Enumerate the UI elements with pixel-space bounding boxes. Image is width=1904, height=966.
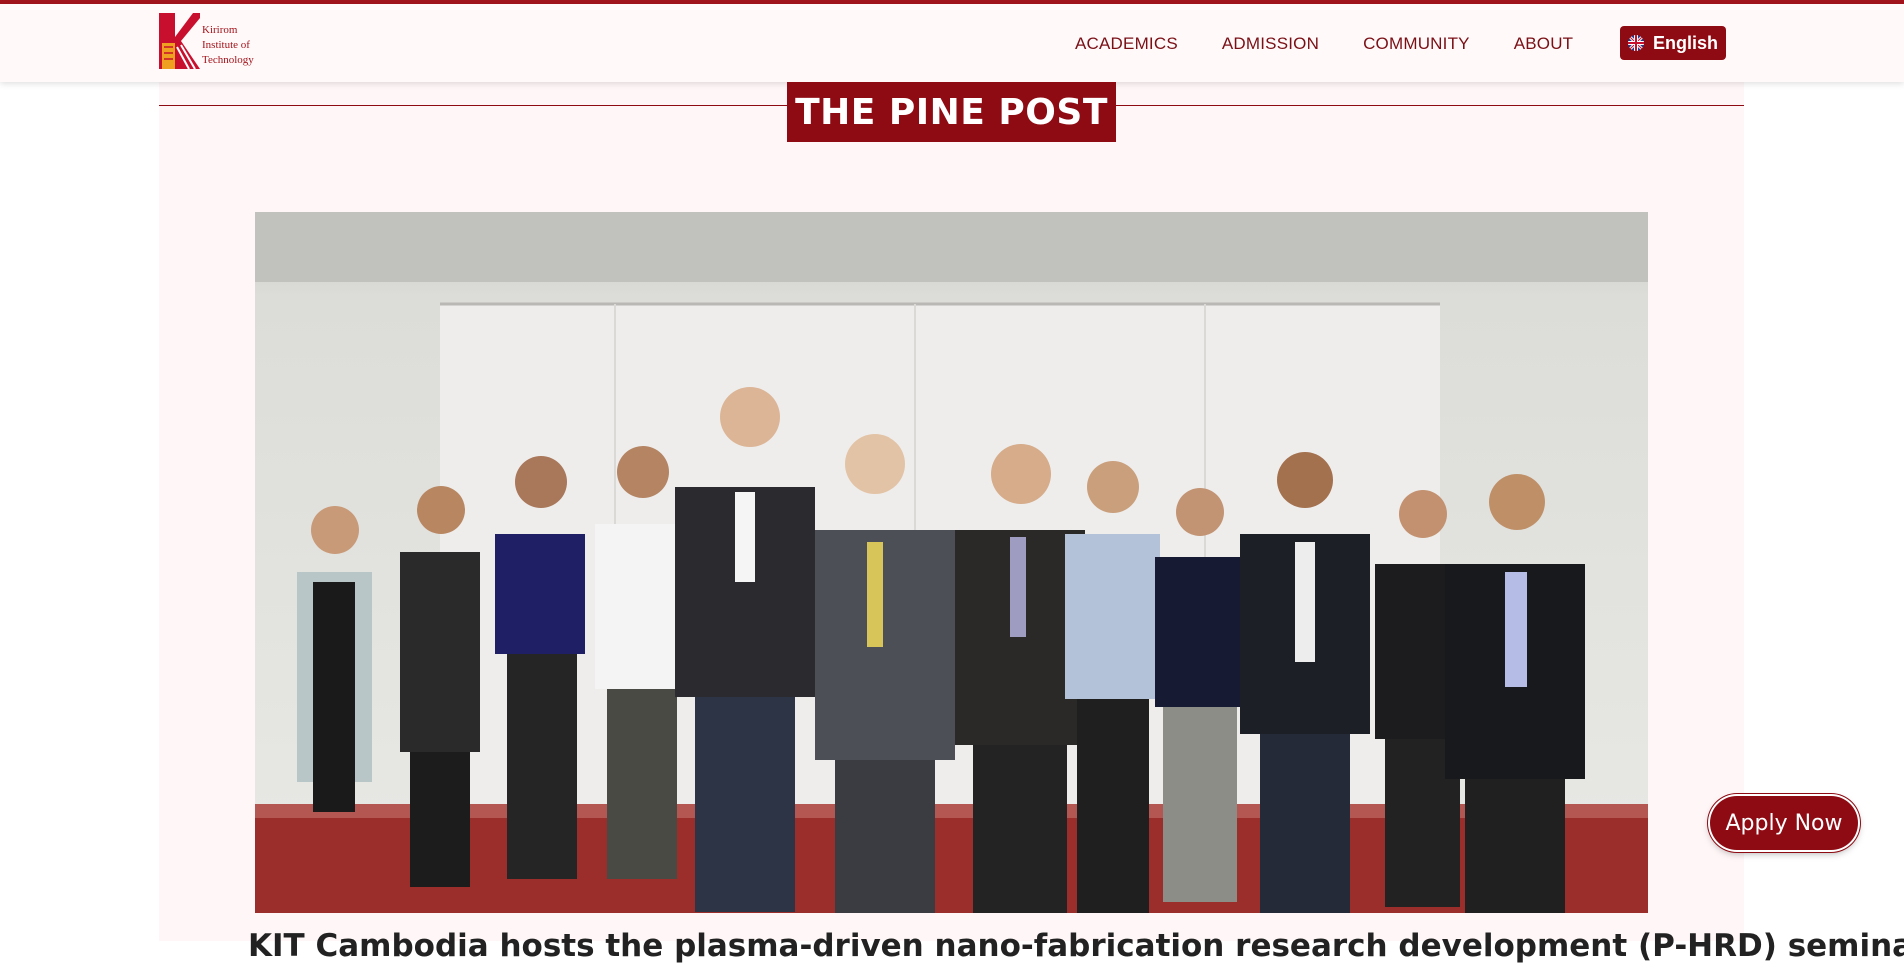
logo-text: Kirirom Institute of Technology bbox=[202, 23, 254, 68]
main-nav: ACADEMICS ADMISSION COMMUNITY ABOUT bbox=[1075, 34, 1573, 54]
language-label: English bbox=[1652, 32, 1718, 53]
nav-admission[interactable]: ADMISSION bbox=[1222, 34, 1319, 54]
language-button[interactable]: English bbox=[1620, 26, 1726, 60]
logo-line: Technology bbox=[202, 54, 254, 66]
kit-logo[interactable]: Kirirom Institute of Technology bbox=[159, 13, 254, 69]
site-header: Kirirom Institute of Technology ACADEMIC… bbox=[0, 4, 1904, 82]
logo-line: Kirirom bbox=[202, 24, 238, 36]
apply-now-button[interactable]: Apply Now bbox=[1710, 796, 1858, 850]
nav-community[interactable]: COMMUNITY bbox=[1363, 34, 1470, 54]
article-title[interactable]: KIT Cambodia hosts the plasma-driven nan… bbox=[248, 926, 1904, 966]
nav-academics[interactable]: ACADEMICS bbox=[1075, 34, 1178, 54]
logo-mark-icon bbox=[159, 13, 200, 69]
nav-about[interactable]: ABOUT bbox=[1514, 34, 1574, 54]
article-image[interactable] bbox=[255, 212, 1648, 913]
group-photo bbox=[255, 212, 1648, 913]
section-title: THE PINE POST bbox=[787, 82, 1116, 142]
uk-flag-icon bbox=[1627, 35, 1644, 51]
logo-line: Institute of bbox=[202, 39, 250, 51]
